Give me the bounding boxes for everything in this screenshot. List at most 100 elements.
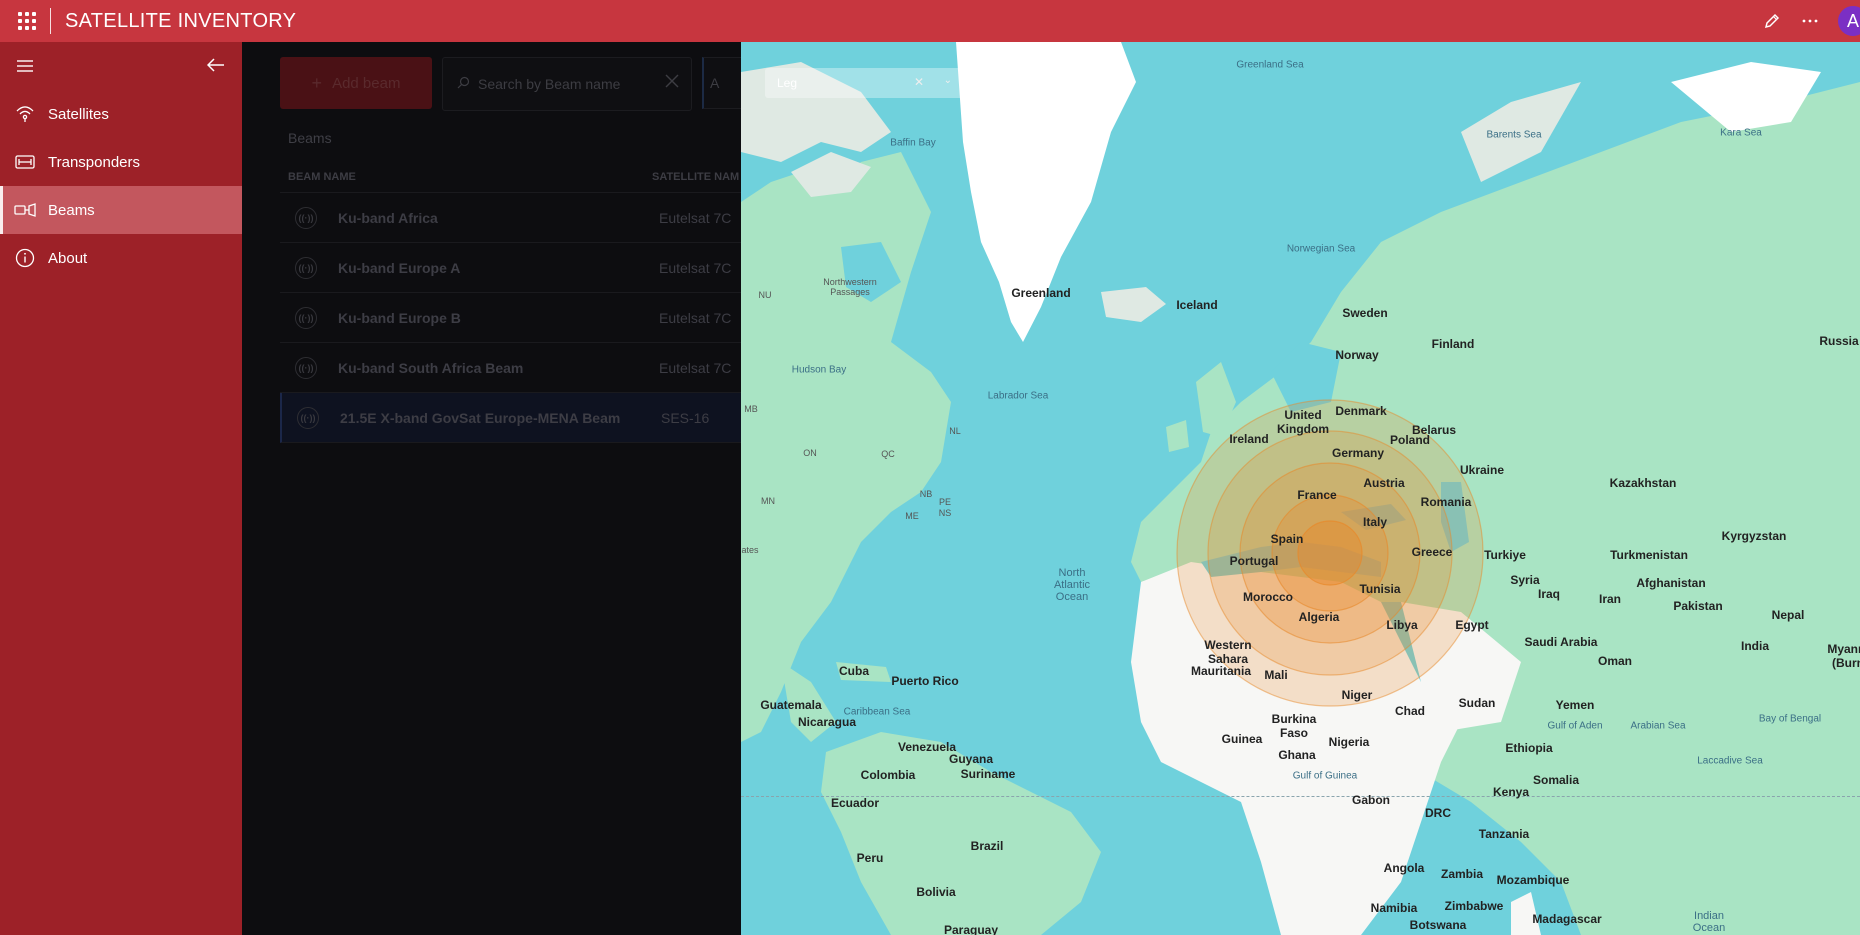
- map-label-country: Ghana: [1278, 748, 1316, 762]
- map-label-region: NL: [949, 426, 961, 436]
- info-icon: [14, 247, 36, 269]
- map-label-country: Russia: [1819, 334, 1859, 348]
- map-label-country: Brazil: [970, 839, 1004, 853]
- satellite-name-cell: SES-16: [661, 409, 710, 426]
- map-label-country: Kyrgyzstan: [1721, 529, 1787, 543]
- legend-expand-icon[interactable]: ⌄: [944, 75, 952, 86]
- table-row[interactable]: ((·)) Ku-band Africa Eutelsat 7C: [280, 193, 741, 243]
- add-beam-label: Add beam: [332, 74, 401, 92]
- table-row[interactable]: ((·)) Ku-band South Africa Beam Eutelsat …: [280, 343, 741, 393]
- legend-close-icon[interactable]: ✕: [914, 75, 924, 89]
- sidebar-item-label: Transponders: [48, 153, 140, 171]
- legend-label: Leg: [777, 76, 798, 90]
- map-label-country: Poland: [1389, 433, 1431, 447]
- map-label-country: Niger: [1341, 688, 1373, 702]
- map-label-country: Guyana: [948, 752, 994, 766]
- beam-row-icon: ((·)): [295, 356, 317, 379]
- map-label-country: Ethiopia: [1505, 741, 1553, 755]
- map-legend[interactable]: Leg ✕ ⌄: [765, 68, 964, 98]
- table-row-selected[interactable]: ((·)) 21.5E X-band GovSat Europe-MENA Bea…: [280, 393, 741, 443]
- map-label-country: Colombia: [860, 768, 916, 782]
- map-label-country: Germany: [1331, 446, 1385, 460]
- beam-name-cell: Ku-band Europe A: [338, 259, 461, 276]
- beams-grid: BEAM NAME SATELLITE NAM ((·)) Ku-band Afr…: [280, 162, 741, 443]
- map-label-country: Guinea: [1221, 732, 1263, 746]
- map-label-country: Syria: [1510, 573, 1540, 587]
- table-row[interactable]: ((·)) Ku-band Europe A Eutelsat 7C: [280, 243, 741, 293]
- sidebar-item-satellites[interactable]: Satellites: [0, 90, 242, 138]
- map-label-ocean: Gulf of Aden: [1547, 720, 1603, 732]
- grid-toolbar: + Add beam Search by Beam name A: [280, 57, 742, 111]
- back-arrow-icon[interactable]: [206, 57, 225, 78]
- sidebar-item-transponders[interactable]: Transponders: [0, 138, 242, 186]
- column-header-beam-name[interactable]: BEAM NAME: [280, 171, 652, 183]
- map-label-country: Ireland: [1229, 432, 1269, 446]
- map-label-region: PE: [938, 497, 952, 507]
- map-label-country: Iceland: [1176, 298, 1218, 312]
- map-label-country: Afghanistan: [1636, 576, 1706, 590]
- satellite-name-cell: Eutelsat 7C: [659, 309, 732, 326]
- satellite-name-cell: Eutelsat 7C: [659, 259, 732, 276]
- map-label-country: Tunisia: [1359, 582, 1401, 596]
- map-label-region: ME: [905, 511, 919, 521]
- map-label-region: MB: [744, 404, 758, 414]
- add-beam-button[interactable]: + Add beam: [280, 57, 432, 109]
- map-label-country: Madagascar: [1532, 912, 1602, 926]
- map-label-country: Chad: [1395, 704, 1425, 718]
- map-label-country: United Kingdom: [1277, 408, 1329, 436]
- map-label-country: Norway: [1335, 348, 1379, 362]
- beam-name-cell: Ku-band Europe B: [338, 309, 461, 326]
- map-label-country: Ecuador: [830, 796, 880, 810]
- map-label-country: Puerto Rico: [891, 674, 959, 688]
- map-label-country: Burkina Faso: [1271, 712, 1317, 740]
- map-label-country: Austria: [1363, 476, 1405, 490]
- map-label-country: Venezuela: [897, 740, 957, 754]
- search-input[interactable]: Search by Beam name: [442, 57, 692, 111]
- map-label-ocean: Labrador Sea: [987, 390, 1049, 402]
- map-label-country: Morocco: [1242, 590, 1294, 604]
- beams-page: + Add beam Search by Beam name A Beams B…: [242, 42, 742, 935]
- map-label-country: Bolivia: [916, 885, 956, 899]
- column-header-satellite-name[interactable]: SATELLITE NAM: [652, 171, 739, 183]
- map-label-region: NU: [758, 290, 772, 300]
- sidebar-item-about[interactable]: About: [0, 234, 242, 282]
- map-label-ocean: Arabian Sea: [1630, 720, 1686, 732]
- map-label-country: Gabon: [1352, 793, 1390, 807]
- map-label-country: Saudi Arabia: [1524, 635, 1598, 649]
- grid-title: Beams: [288, 130, 332, 146]
- satellite-name-cell: Eutelsat 7C: [659, 359, 732, 376]
- map-label-country: India: [1740, 639, 1770, 653]
- beam-coverage-map[interactable]: Leg ✕ ⌄ Greenland Sea Baffin Bay Barents…: [741, 42, 1860, 935]
- table-row[interactable]: ((·)) Ku-band Europe B Eutelsat 7C: [280, 293, 741, 343]
- beam-name-cell: Ku-band Africa: [338, 209, 438, 226]
- beam-row-icon: ((·)): [295, 306, 317, 329]
- map-label-country: Libya: [1386, 618, 1418, 632]
- map-label-country: Iraq: [1537, 587, 1561, 601]
- map-label-country: Turkiye: [1484, 548, 1526, 562]
- hamburger-menu-icon[interactable]: [17, 59, 33, 78]
- map-label-ocean: Barents Sea: [1486, 129, 1542, 141]
- transponder-icon: [14, 151, 36, 173]
- map-label-region: QC: [881, 449, 895, 459]
- equator-line: [741, 796, 1860, 797]
- map-label-country: Cuba: [839, 664, 869, 678]
- map-label-country: Nepal: [1771, 608, 1805, 622]
- app-launcher-icon[interactable]: [18, 12, 36, 30]
- more-options-icon[interactable]: [1800, 11, 1820, 31]
- map-label-country: Yemen: [1555, 698, 1595, 712]
- map-label-country: Finland: [1431, 337, 1475, 351]
- map-label-country: Zambia: [1440, 867, 1484, 881]
- header-divider: [50, 8, 51, 34]
- clear-search-icon[interactable]: [665, 74, 679, 91]
- map-label-country: Namibia: [1370, 901, 1418, 915]
- edit-icon[interactable]: [1762, 11, 1782, 31]
- map-label-country: Romania: [1420, 495, 1472, 509]
- map-label-country: Botswana: [1409, 918, 1467, 932]
- beam-row-icon: ((·)): [297, 406, 319, 429]
- sidebar-item-beams[interactable]: Beams: [0, 186, 242, 234]
- plus-icon: +: [311, 72, 323, 93]
- map-label-country: Mali: [1264, 668, 1288, 682]
- map-label-region: NB: [919, 489, 933, 499]
- user-avatar[interactable]: A: [1838, 6, 1860, 36]
- toolbar-overflow-button[interactable]: A: [702, 57, 742, 109]
